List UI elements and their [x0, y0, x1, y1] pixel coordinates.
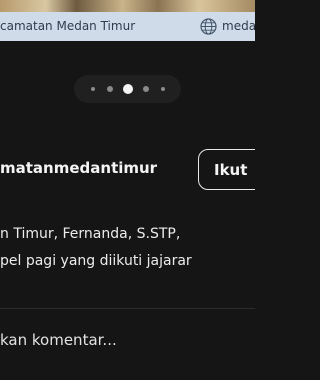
carousel-indicator: [74, 75, 181, 103]
post-caption-line: pel pagi yang diikuti jajarar: [0, 253, 192, 269]
follow-button-label: Ikut: [214, 161, 248, 179]
account-username[interactable]: matanmedantimur: [0, 158, 157, 178]
location-bar[interactable]: camatan Medan Timur meda: [0, 12, 255, 41]
carousel-dot-active: [123, 84, 133, 94]
post-detail-screen: camatan Medan Timur meda matanmedantimur…: [0, 0, 255, 380]
follow-button[interactable]: Ikut: [198, 149, 255, 190]
carousel-dot: [161, 87, 165, 91]
comment-input[interactable]: kan komentar...: [0, 309, 255, 380]
carousel-dot: [143, 86, 149, 92]
post-caption-line: n Timur, Fernanda, S.STP,: [0, 226, 181, 242]
carousel-dot: [107, 86, 113, 92]
globe-icon: [200, 18, 217, 35]
carousel-dot: [91, 87, 95, 91]
comment-placeholder: kan komentar...: [0, 331, 117, 349]
website-link[interactable]: meda: [222, 18, 255, 34]
post-photo-preview[interactable]: [0, 0, 255, 12]
location-label[interactable]: camatan Medan Timur: [0, 18, 135, 34]
